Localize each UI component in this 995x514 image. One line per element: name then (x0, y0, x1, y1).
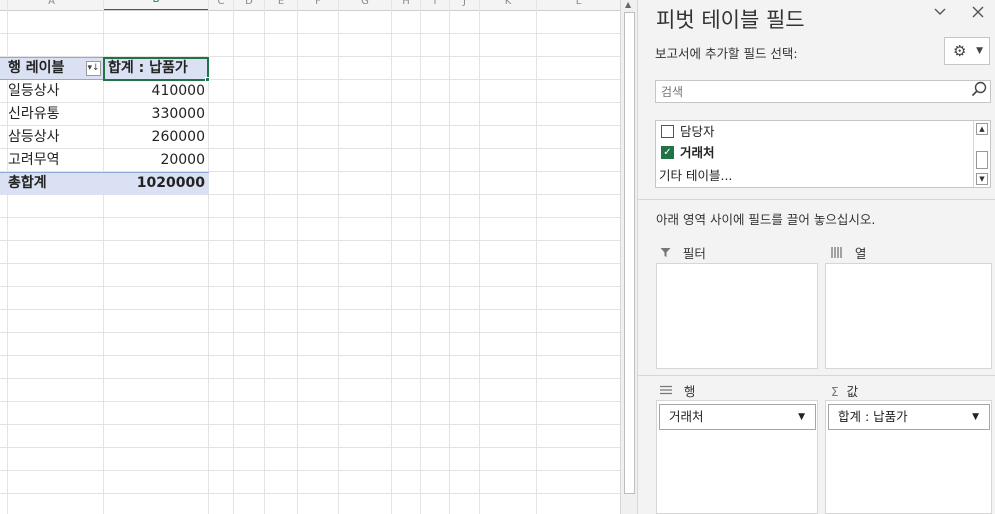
divider (638, 199, 995, 200)
rows-area-title: 행 (683, 384, 696, 399)
column-header-c[interactable]: C (209, 0, 233, 10)
column-header-d[interactable]: D (234, 0, 264, 10)
pivot-row-value[interactable]: 20000 (104, 149, 207, 172)
field-checkbox-checked[interactable]: ✓ (661, 146, 674, 159)
column-header-j[interactable]: J (450, 0, 479, 10)
gridline (449, 0, 450, 514)
pivot-row-label[interactable]: 신라유통 (8, 103, 103, 126)
scroll-up-icon[interactable]: ▲ (625, 0, 631, 9)
pivot-row-value[interactable]: 330000 (104, 103, 207, 126)
scrollbar-thumb[interactable] (624, 12, 635, 494)
chevron-down-icon: ▼ (798, 412, 805, 422)
column-header-l[interactable]: L (537, 0, 620, 10)
field-item-client[interactable]: ✓ 거래처 (661, 143, 715, 163)
columns-area-title: 열 (854, 246, 867, 261)
gridline (391, 0, 392, 514)
chevron-down-icon: ▼ (976, 46, 983, 56)
column-header-a[interactable]: A (0, 0, 103, 10)
scroll-up-icon[interactable]: ▲ (976, 123, 988, 135)
gridline (338, 0, 339, 514)
filter-drop-zone[interactable] (656, 263, 818, 369)
sigma-icon: Σ (831, 385, 839, 399)
rows-field-dropdown[interactable]: 거래처 ▼ (659, 404, 816, 430)
field-item-manager[interactable]: 담당자 (661, 122, 715, 142)
pane-subtitle: 보고서에 추가할 필드 선택: (655, 46, 798, 61)
filter-area-title: 필터 (682, 246, 706, 261)
pivot-row-value[interactable]: 260000 (104, 126, 207, 149)
chevron-down-icon[interactable] (930, 4, 950, 24)
rows-icon (660, 385, 676, 399)
values-field-label: 합계 : 납품가 (838, 409, 908, 424)
gridline (233, 0, 234, 514)
column-header-f[interactable]: F (298, 0, 338, 10)
scroll-down-icon[interactable]: ▼ (976, 173, 988, 185)
pivot-row-value[interactable]: 410000 (104, 80, 207, 103)
spreadsheet-grid[interactable]: A B C D E F G H I J K L 행 레이블 ▾↓ 합계 : 납품… (0, 0, 620, 514)
gear-icon: ⚙ (953, 42, 967, 60)
pivot-total-value[interactable]: 1020000 (104, 172, 207, 195)
close-icon[interactable] (968, 3, 988, 23)
column-header-i[interactable]: I (421, 0, 449, 10)
pivot-row-label[interactable]: 고려무역 (8, 149, 103, 172)
gridline (264, 0, 265, 514)
gridline (536, 0, 537, 514)
row-label-filter-icon[interactable]: ▾↓ (86, 61, 101, 76)
rows-field-label: 거래처 (669, 409, 704, 424)
sheet-vertical-scrollbar[interactable]: ▲ (620, 0, 638, 514)
pivot-row-label[interactable]: 삼등상사 (8, 126, 103, 149)
pane-title: 피벗 테이블 필드 (656, 8, 805, 32)
gridline (479, 0, 480, 514)
search-icon[interactable] (969, 81, 989, 101)
gridline (420, 0, 421, 514)
field-item-label: 거래처 (680, 145, 715, 160)
columns-icon (831, 247, 847, 261)
field-checkbox[interactable] (661, 125, 674, 138)
column-header-g[interactable]: G (339, 0, 391, 10)
pivot-field-pane: 피벗 테이블 필드 보고서에 추가할 필드 선택: ⚙ ▼ 담당자 ✓ 거래처 기… (638, 0, 995, 514)
field-list-scrollbar[interactable]: ▲ ▼ (973, 121, 990, 187)
scrollbar-thumb[interactable] (976, 151, 988, 169)
column-header-e[interactable]: E (265, 0, 297, 10)
field-item-label: 담당자 (680, 124, 715, 139)
filter-icon (660, 247, 675, 261)
columns-drop-zone[interactable] (825, 263, 992, 369)
pivot-row-label[interactable]: 일등상사 (8, 80, 103, 103)
filter-area-label: 필터 (660, 243, 706, 262)
column-header-b[interactable]: B (104, 0, 208, 10)
columns-area-label: 열 (831, 243, 866, 262)
more-tables-link[interactable]: 기타 테이블... (659, 166, 732, 186)
field-list[interactable]: 담당자 ✓ 거래처 기타 테이블... ▲ ▼ (655, 120, 991, 188)
pivot-total-label[interactable]: 총합계 (8, 172, 103, 195)
active-cell-selection (103, 57, 209, 81)
values-area-title: 값 (846, 384, 859, 399)
values-area-label: Σ값 (831, 381, 858, 400)
rows-area-label: 행 (660, 381, 695, 400)
column-header-strip[interactable]: A B C D E F G H I J K L (0, 0, 620, 11)
values-field-dropdown[interactable]: 합계 : 납품가 ▼ (828, 404, 990, 430)
field-search-input[interactable] (655, 80, 991, 103)
divider (638, 375, 995, 376)
tools-button[interactable]: ⚙ ▼ (944, 37, 990, 65)
column-header-k[interactable]: K (480, 0, 536, 10)
chevron-down-icon: ▼ (972, 412, 979, 422)
fill-handle[interactable] (205, 77, 210, 82)
drag-hint: 아래 영역 사이에 필드를 끌어 놓으십시오. (656, 212, 876, 227)
gridline (297, 0, 298, 514)
column-header-h[interactable]: H (392, 0, 420, 10)
